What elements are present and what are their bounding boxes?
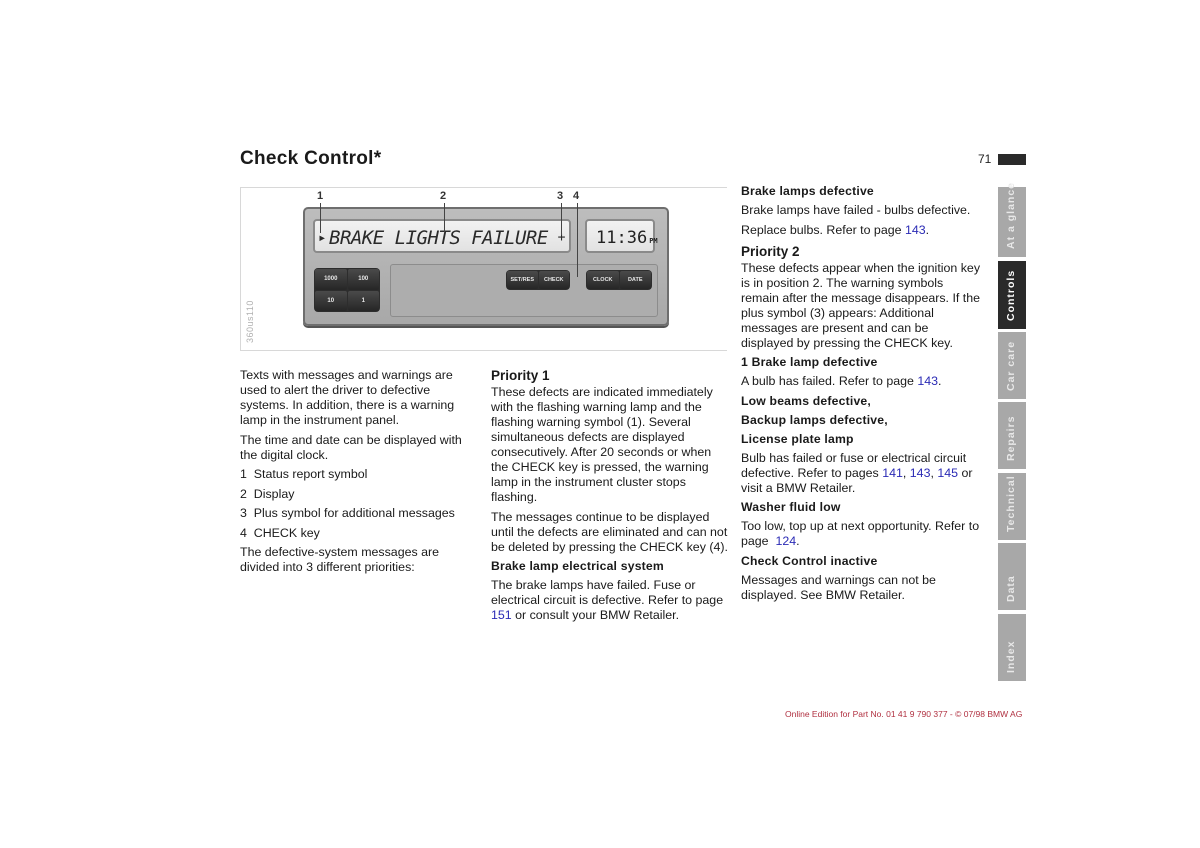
tab-label: Car care [1005,340,1017,391]
page-link-124[interactable]: 124 [775,534,796,548]
washer-fluid-heading: Washer fluid low [741,500,841,514]
set-check-keys: SET/RES CHECK [506,270,570,290]
key-10: 10 [315,290,347,311]
priority-2-heading: Priority 2 [741,243,800,259]
tab-car-care[interactable]: Car care [998,332,1026,399]
priority-1-heading: Priority 1 [491,368,550,383]
page-link-143[interactable]: 143 [905,223,926,237]
legend-item: 4 CHECK key [240,525,320,540]
clock-display: 11:36 PM [585,219,658,253]
page-link-151[interactable]: 151 [491,608,512,622]
tab-label: Repairs [1005,415,1017,461]
priority-2-text: These defects appear when the ignition k… [741,260,981,350]
brake-electrical-heading: Brake lamp electrical system [491,559,664,573]
tab-label: Index [1005,640,1017,673]
clock-date-keys: CLOCK DATE [586,270,652,290]
clock-time: 11:36 [596,228,648,248]
column-3: Brake lamps defective Brake lamps have f… [741,184,981,607]
low-beams-heading: Low beams defective, [741,393,871,408]
leader-line-3 [561,203,562,235]
tab-label: Data [1005,575,1017,602]
brake-lamps-defective-heading: Brake lamps defective [741,184,874,198]
legend-item: 1 Status report symbol [240,467,368,481]
brake-electrical-tail: or consult your BMW Retailer. [511,608,680,622]
callout-4: 4 [573,190,580,202]
page-title: Check Control* [240,148,382,169]
column-2: Priority 1 These defects are indicated i… [491,368,731,628]
brake-electrical-body: The brake lamps have failed. Fuse or ele… [491,578,724,607]
tab-data[interactable]: Data [998,543,1026,610]
message-display: ▸ BRAKE LIGHTS FAILURE + [313,219,571,253]
replace-bulbs-text: Replace bulbs. Refer to page 143. [741,222,930,237]
page-link-143[interactable]: 143 [917,374,938,388]
bulb-failed-text: Bulb has failed or fuse or electrical ci… [741,450,973,495]
tab-controls[interactable]: Controls [998,261,1026,329]
backup-lamps-heading: Backup lamps defective, [741,412,888,427]
figure-code: 360us110 [245,300,255,343]
tab-technical[interactable]: Technical [998,473,1026,540]
tab-at-a-glance[interactable]: At a glance [998,182,1026,257]
display-message: BRAKE LIGHTS FAILURE [329,227,548,249]
license-plate-heading: License plate lamp [741,431,854,446]
page-link-145[interactable]: 145 [937,466,958,480]
numeric-keypad: 1000 100 10 1 [314,268,380,312]
page-link-141[interactable]: 141 [882,466,903,480]
tab-label: At a glance [1005,181,1017,249]
priorities-note: The defective-system messages are divide… [240,545,440,574]
tab-index[interactable]: Index [998,614,1026,681]
one-brake-lamp-text: A bulb has failed. Refer to page 143. [741,374,942,388]
callout-2: 2 [440,190,447,202]
leader-line-1 [320,203,321,233]
footer-edition-note: Online Edition for Part No. 01 41 9 790 … [785,709,1023,719]
key-1: 1 [347,290,379,311]
priority-1-text-2: The messages continue to be displayed un… [491,509,728,554]
intro-paragraph: Texts with messages and warnings are use… [240,368,455,427]
replace-bulbs-body: Replace bulbs. Refer to page [741,222,905,237]
check-control-inactive-text: Messages and warnings can not be display… [741,572,936,602]
one-brake-lamp-heading: 1 Brake lamp defective [741,355,878,369]
legend-item: 2 Display [240,486,295,501]
bulb-failed-body: Bulb has failed or fuse or electrical ci… [741,450,967,480]
key-100: 100 [347,269,379,290]
washer-fluid-text: Too low, top up at next opportunity. Ref… [741,519,983,548]
clock-key: CLOCK [587,271,619,289]
check-control-inactive-heading: Check Control inactive [741,553,878,568]
brake-electrical-text: The brake lamps have failed. Fuse or ele… [491,578,731,623]
callout-3: 3 [557,190,564,202]
column-1: Texts with messages and warnings are use… [240,368,480,580]
priority-1-text: These defects are indicated immediately … [491,385,713,504]
tab-label: Controls [1005,269,1017,321]
check-key: CHECK [538,271,569,289]
set-res-key: SET/RES [507,271,538,289]
page-marker-bar [998,154,1026,165]
page-number: 71 [978,152,992,166]
leader-line-2 [444,203,445,233]
tab-label: Technical [1005,475,1017,532]
date-key: DATE [619,271,651,289]
clock-ampm: PM [649,237,658,245]
brake-lamps-defective-text: Brake lamps have failed - bulbs defectiv… [741,203,971,217]
one-brake-lamp-body: A bulb has failed. Refer to page [741,374,918,388]
leader-line-4 [577,203,578,277]
legend-item: 3 Plus symbol for additional messages [240,506,455,520]
key-1000: 1000 [315,269,347,290]
tab-repairs[interactable]: Repairs [998,402,1026,469]
page-link-143[interactable]: 143 [910,466,931,480]
callout-1: 1 [317,190,324,202]
clock-note: The time and date can be displayed with … [240,432,462,462]
